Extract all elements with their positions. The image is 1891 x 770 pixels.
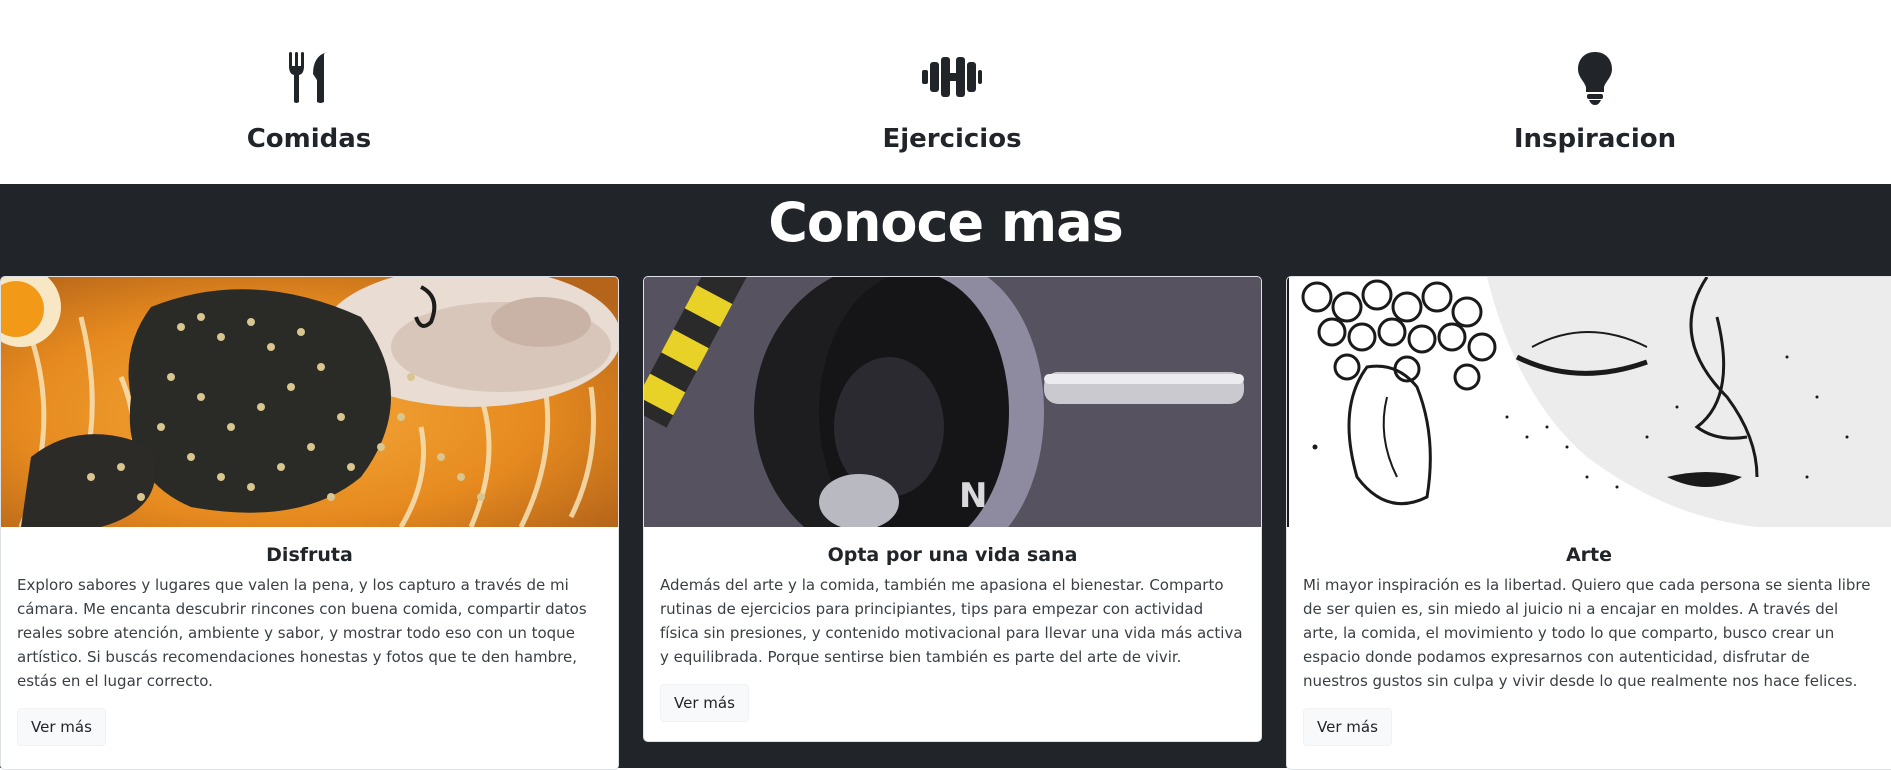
lightbulb-icon <box>1395 50 1795 108</box>
buddha-drawing <box>1287 277 1891 527</box>
ver-mas-button[interactable]: Ver más <box>1303 708 1392 746</box>
conoce-mas-section: Conoce mas Disfruta Exploro sabores y lu… <box>0 184 1891 770</box>
ramen-photo <box>1 277 618 527</box>
card-text: Mi mayor inspiración es la libertad. Qui… <box>1303 576 1871 690</box>
feature-title: Inspiracion <box>1513 124 1677 154</box>
feature-title: Ejercicios <box>882 124 1022 154</box>
card-arte: Arte Mi mayor inspiración es la libertad… <box>1286 276 1891 770</box>
feature-ejercicios: Ejercicios <box>752 50 1152 155</box>
card-body: Opta por una vida sana Además del arte y… <box>644 527 1261 722</box>
feature-comidas: Comidas <box>109 50 509 155</box>
card-title: Arte <box>1565 544 1613 566</box>
ver-mas-button[interactable]: Ver más <box>17 708 106 746</box>
feature-title: Comidas <box>246 124 372 154</box>
card-body: Disfruta Exploro sabores y lugares que v… <box>1 527 618 746</box>
card-text: Exploro sabores y lugares que valen la p… <box>17 576 587 690</box>
card-title: Opta por una vida sana <box>827 544 1078 566</box>
card-disfruta: Disfruta Exploro sabores y lugares que v… <box>0 276 619 770</box>
svg-text:N: N <box>959 476 987 516</box>
utensils-icon <box>109 50 509 108</box>
feature-inspiracion: Inspiracion <box>1395 50 1795 155</box>
ver-mas-button[interactable]: Ver más <box>660 684 749 722</box>
dumbbell-icon <box>752 50 1152 108</box>
card-body: Arte Mi mayor inspiración es la libertad… <box>1287 527 1891 746</box>
features-section: Comidas Ejercicios Inspiracion <box>0 0 1891 184</box>
card-title: Disfruta <box>266 544 353 566</box>
card-text: Además del arte y la comida, también me … <box>660 576 1243 666</box>
section-title: Conoce mas <box>768 191 1124 254</box>
barbell-photo: N <box>644 277 1261 527</box>
card-vida-sana: N Opta por una vida sana Además del arte… <box>643 276 1262 742</box>
